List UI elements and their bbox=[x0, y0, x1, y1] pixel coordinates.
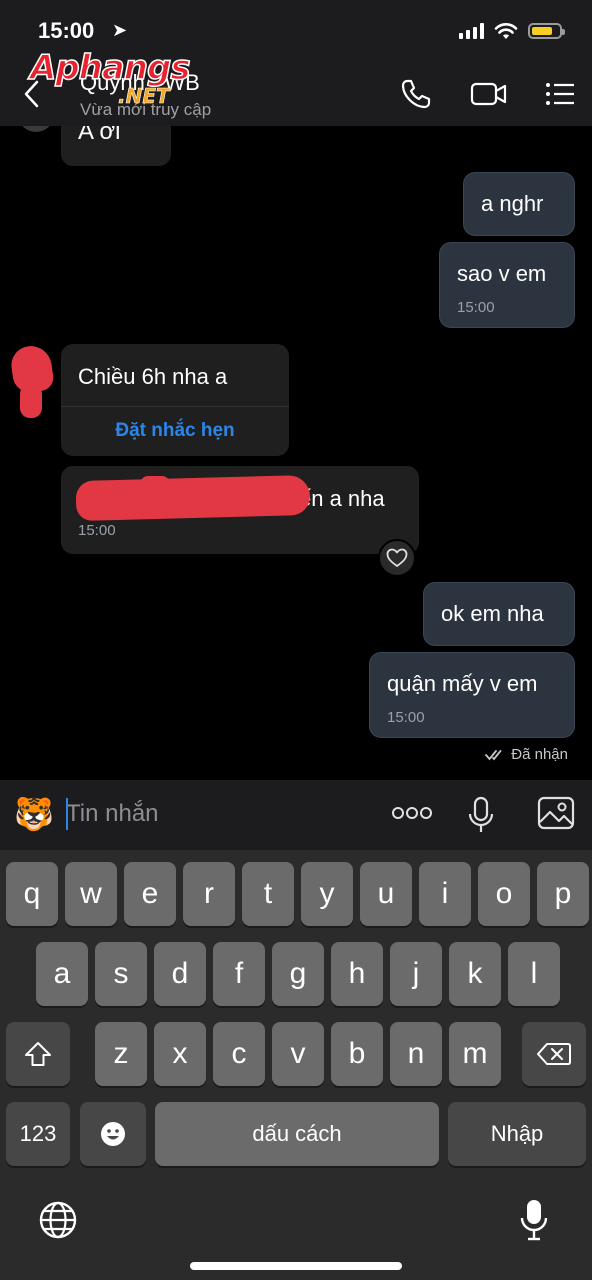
key-k[interactable]: k bbox=[449, 942, 501, 1006]
key-i[interactable]: i bbox=[419, 862, 471, 926]
message-text: ến a nha bbox=[299, 486, 385, 511]
key-j[interactable]: j bbox=[390, 942, 442, 1006]
globe-icon[interactable] bbox=[38, 1200, 78, 1240]
key-b[interactable]: b bbox=[331, 1022, 383, 1086]
backspace-icon bbox=[537, 1043, 571, 1065]
sticker-button[interactable]: 🐯 bbox=[14, 796, 54, 832]
key-x[interactable]: x bbox=[154, 1022, 206, 1086]
key-c[interactable]: c bbox=[213, 1022, 265, 1086]
text-caret bbox=[66, 798, 68, 830]
key-r[interactable]: r bbox=[183, 862, 235, 926]
emoji-key[interactable] bbox=[80, 1102, 146, 1166]
message-text: A ơi bbox=[78, 126, 121, 145]
key-h[interactable]: h bbox=[331, 942, 383, 1006]
message-time: 15:00 bbox=[387, 709, 425, 726]
set-reminder-link[interactable]: Đặt nhắc hẹn bbox=[61, 420, 289, 442]
key-p[interactable]: p bbox=[537, 862, 589, 926]
watermark-logo: Aphangs .NET bbox=[29, 47, 191, 108]
signal-icon bbox=[459, 23, 484, 39]
heart-icon bbox=[386, 548, 408, 567]
key-s[interactable]: s bbox=[95, 942, 147, 1006]
key-d[interactable]: d bbox=[154, 942, 206, 1006]
redaction-mark bbox=[75, 474, 311, 522]
message-outgoing[interactable]: ok em nha bbox=[423, 582, 575, 646]
key-m[interactable]: m bbox=[449, 1022, 501, 1086]
space-key[interactable]: dấu cách bbox=[155, 1102, 439, 1166]
backspace-key[interactable] bbox=[522, 1022, 586, 1086]
key-f[interactable]: f bbox=[213, 942, 265, 1006]
message-outgoing[interactable]: sao v em 15:00 bbox=[439, 242, 575, 328]
image-icon[interactable] bbox=[537, 796, 575, 830]
double-check-icon bbox=[485, 749, 502, 760]
key-q[interactable]: q bbox=[6, 862, 58, 926]
react-heart-button[interactable] bbox=[378, 539, 416, 577]
message-text: a nghr bbox=[481, 191, 544, 216]
delivery-status: Đã nhận bbox=[485, 746, 568, 763]
message-outgoing[interactable]: a nghr bbox=[463, 172, 575, 236]
return-key[interactable]: Nhập bbox=[448, 1102, 586, 1166]
location-arrow-icon: ➤ bbox=[112, 20, 128, 40]
key-a[interactable]: a bbox=[36, 942, 88, 1006]
phone-icon[interactable] bbox=[400, 78, 432, 110]
redaction-mark bbox=[140, 476, 170, 492]
shift-icon bbox=[25, 1042, 51, 1066]
shift-key[interactable] bbox=[6, 1022, 70, 1086]
redaction-mark bbox=[20, 384, 42, 418]
message-text: Chiều 6h nha a bbox=[78, 364, 228, 389]
more-options-icon[interactable] bbox=[392, 806, 432, 820]
menu-icon[interactable] bbox=[544, 78, 576, 110]
message-text: ok em nha bbox=[441, 601, 544, 626]
key-g[interactable]: g bbox=[272, 942, 324, 1006]
message-input[interactable] bbox=[66, 796, 366, 832]
divider bbox=[61, 406, 289, 407]
keyboard: q w e r t y u i o p a s d f g h j k l z … bbox=[0, 850, 592, 1280]
key-u[interactable]: u bbox=[360, 862, 412, 926]
message-time: 15:00 bbox=[78, 522, 116, 539]
microphone-icon[interactable] bbox=[468, 796, 494, 834]
contact-avatar[interactable] bbox=[18, 126, 54, 132]
message-outgoing[interactable]: quận mấy v em 15:00 bbox=[369, 652, 575, 738]
watermark-net: .NET bbox=[118, 84, 170, 109]
watermark-text: Aphangs bbox=[29, 47, 191, 89]
message-incoming[interactable]: A ơi bbox=[61, 126, 171, 166]
status-icons bbox=[459, 22, 565, 40]
numbers-key[interactable]: 123 bbox=[6, 1102, 70, 1166]
emoji-icon bbox=[101, 1122, 125, 1146]
delivery-text: Đã nhận bbox=[511, 746, 568, 763]
key-n[interactable]: n bbox=[390, 1022, 442, 1086]
message-composer: 🐯 bbox=[0, 780, 592, 850]
message-time: 15:00 bbox=[457, 299, 495, 316]
wifi-icon bbox=[494, 23, 518, 39]
key-o[interactable]: o bbox=[478, 862, 530, 926]
battery-level bbox=[532, 27, 552, 35]
chat-header: Quỳnh - WB Vừa mới truy cập Aphangs .NET bbox=[0, 47, 592, 126]
video-icon[interactable] bbox=[470, 78, 508, 110]
key-l[interactable]: l bbox=[508, 942, 560, 1006]
message-incoming-reminder[interactable]: Chiều 6h nha a Đặt nhắc hẹn bbox=[61, 344, 289, 456]
dictation-icon[interactable] bbox=[520, 1198, 548, 1242]
key-y[interactable]: y bbox=[301, 862, 353, 926]
message-text: quận mấy v em bbox=[387, 671, 538, 696]
home-indicator[interactable] bbox=[190, 1262, 402, 1270]
status-time: 15:00 bbox=[38, 18, 95, 43]
key-t[interactable]: t bbox=[242, 862, 294, 926]
message-text: sao v em bbox=[457, 261, 547, 286]
key-w[interactable]: w bbox=[65, 862, 117, 926]
message-list[interactable]: A ơi a nghr sao v em 15:00 Chiều 6h nha … bbox=[0, 126, 592, 780]
key-e[interactable]: e bbox=[124, 862, 176, 926]
battery-icon bbox=[528, 23, 565, 39]
key-z[interactable]: z bbox=[95, 1022, 147, 1086]
key-v[interactable]: v bbox=[272, 1022, 324, 1086]
